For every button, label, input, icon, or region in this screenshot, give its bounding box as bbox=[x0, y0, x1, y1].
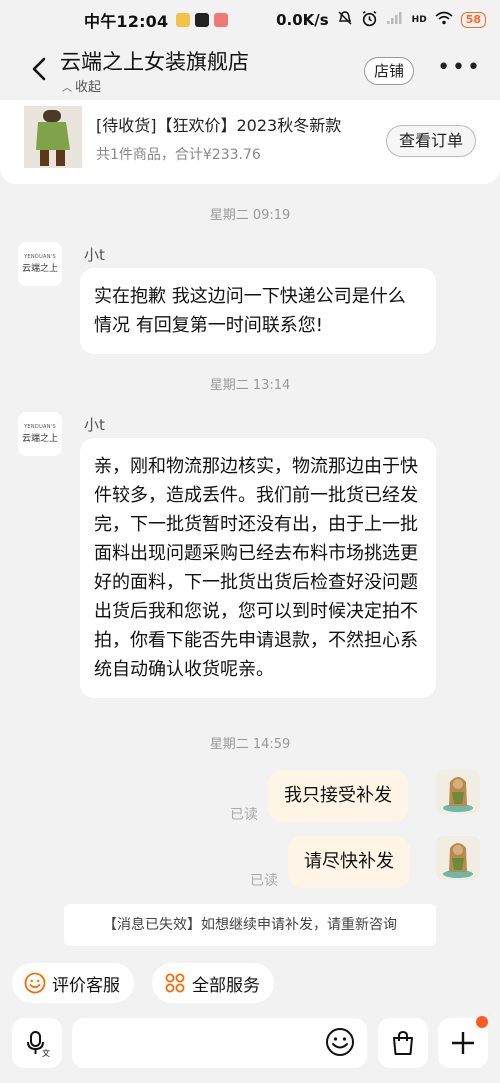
rate-service-label: 评价客服 bbox=[52, 975, 120, 996]
shopping-bag-icon[interactable] bbox=[378, 1018, 428, 1068]
smile-face-icon bbox=[24, 972, 46, 994]
battery-indicator: 58 bbox=[460, 12, 486, 28]
read-status: 已读 bbox=[250, 873, 278, 889]
emoji-icon[interactable] bbox=[322, 1024, 358, 1060]
avatar-brand-name: 云端之上 bbox=[21, 264, 58, 274]
outgoing-message-bubble[interactable]: 请尽快补发 bbox=[288, 836, 410, 888]
chat-header: 云端之上女装旗舰店 ︿ 收起 店铺 ••• bbox=[0, 40, 500, 98]
read-status: 已读 bbox=[230, 807, 258, 823]
net-speed: 0.0K/s bbox=[276, 11, 329, 29]
order-card[interactable]: [待收货]【狂欢价】2023秋冬新款 共1件商品，合计¥233.76 查看订单 bbox=[0, 100, 500, 184]
signal-icon bbox=[386, 11, 404, 29]
outgoing-message-bubble[interactable]: 我只接受补发 bbox=[268, 770, 408, 822]
notification-app-icon bbox=[214, 13, 229, 27]
shop-avatar[interactable]: YENDUAN'S 云端之上 bbox=[18, 412, 62, 456]
message-timestamp: 星期二 14:59 bbox=[209, 737, 291, 752]
view-order-button[interactable]: 查看订单 bbox=[385, 125, 476, 157]
voice-translate-icon[interactable]: 文 bbox=[12, 1018, 62, 1068]
user-avatar[interactable] bbox=[436, 770, 480, 814]
avatar-brand-text: YENDUAN'S bbox=[24, 254, 56, 260]
alarm-icon bbox=[361, 10, 378, 31]
avatar-brand-text: YENDUAN'S bbox=[24, 424, 56, 430]
notification-app-icon bbox=[176, 13, 191, 27]
wifi-icon bbox=[435, 11, 453, 29]
input-bar: 文 bbox=[0, 1010, 500, 1083]
status-app-icons bbox=[176, 13, 229, 27]
order-title: [待收货]【狂欢价】2023秋冬新款 bbox=[96, 116, 342, 135]
product-thumbnail[interactable] bbox=[24, 106, 82, 168]
store-button[interactable]: 店铺 bbox=[363, 57, 414, 85]
chevron-up-icon: ︿ bbox=[62, 83, 72, 94]
incoming-message-bubble[interactable]: 亲，刚和物流那边核实，物流那边由于快件较多，造成丢件。我们前一批货已经发完，下一… bbox=[80, 438, 436, 698]
tiktok-icon bbox=[195, 13, 210, 27]
notification-dot bbox=[476, 1016, 488, 1028]
incoming-message-bubble[interactable]: 实在抱歉 我这边问一下快递公司是什么情况 有回复第一时间联系您! bbox=[80, 268, 436, 354]
back-arrow-icon[interactable] bbox=[26, 54, 52, 84]
rate-service-button[interactable]: 评价客服 bbox=[12, 963, 134, 1003]
avatar-brand-name: 云端之上 bbox=[21, 434, 58, 444]
shop-avatar[interactable]: YENDUAN'S 云端之上 bbox=[18, 242, 62, 286]
message-timestamp: 星期二 13:14 bbox=[209, 378, 291, 393]
mute-icon bbox=[337, 10, 353, 30]
sender-name: 小t bbox=[84, 416, 105, 434]
hd-signal-icon: HD bbox=[411, 14, 427, 25]
all-services-label: 全部服务 bbox=[192, 975, 260, 996]
status-bar: 中午12:04 0.0K/s HD 58 bbox=[0, 0, 500, 40]
status-time: 中午12:04 bbox=[84, 12, 169, 31]
collapse-toggle[interactable]: ︿ 收起 bbox=[62, 76, 101, 95]
message-timestamp: 星期二 09:19 bbox=[209, 208, 291, 223]
grid-services-icon bbox=[164, 972, 186, 994]
sender-name: 小t bbox=[84, 246, 105, 264]
order-summary: 共1件商品，合计¥233.76 bbox=[96, 147, 261, 163]
shop-title[interactable]: 云端之上女装旗舰店 bbox=[60, 46, 249, 76]
user-avatar[interactable] bbox=[436, 836, 480, 880]
collapse-label: 收起 bbox=[75, 80, 102, 95]
svg-text:文: 文 bbox=[42, 1048, 50, 1057]
all-services-button[interactable]: 全部服务 bbox=[152, 963, 274, 1003]
expired-notice: 【消息已失效】如想继续申请补发，请重新咨询 bbox=[64, 904, 436, 946]
more-options-icon[interactable]: ••• bbox=[437, 57, 482, 79]
